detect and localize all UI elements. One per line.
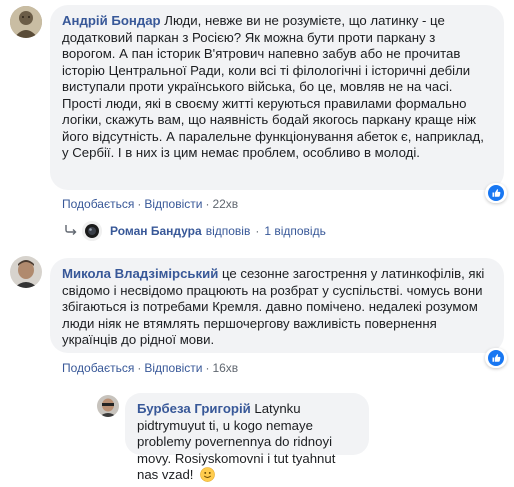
avatar[interactable] [10,256,42,288]
comment-author[interactable]: Андрій Бондар [62,13,161,28]
camera-lens-icon [82,221,102,241]
reaction-badge[interactable] [485,348,507,368]
comment-time[interactable]: 16хв [212,361,238,375]
reply-verb: відповів [205,224,251,238]
comment-time[interactable]: 22хв [212,197,238,211]
comment-actions: Подобається · Відповісти · 22хв [62,197,239,211]
reply-link[interactable]: Відповісти [144,197,202,211]
comment-bubble: Микола Владзімірський це сезонне загостр… [50,258,504,353]
like-icon [488,185,504,201]
reply-bubble: Бурбеза Григорій Latynku pidtrymuyut ti,… [125,393,369,482]
reaction-badge[interactable] [485,183,507,203]
reply-author[interactable]: Бурбеза Григорій [137,401,251,416]
reply-count[interactable]: 1 відповідь [264,224,326,238]
reply-arrow-icon [64,224,78,239]
comment-bubble: Андрій Бондар Люди, невже ви не розумієт… [50,5,504,190]
avatar[interactable] [10,6,42,38]
reply-link[interactable]: Відповісти [144,361,202,375]
reply-summary[interactable]: Роман Бандура відповів · 1 відповідь [64,221,326,241]
person-avatar-icon [97,395,119,417]
like-link[interactable]: Подобається [62,197,134,211]
reply-author-name[interactable]: Роман Бандура [110,224,202,238]
person-avatar-icon [10,256,42,288]
portrait-avatar-icon [10,6,42,38]
comment-text: Люди, невже ви не розумієте, що латинку … [62,13,484,160]
reply-author-avatar[interactable] [97,395,119,417]
like-link[interactable]: Подобається [62,361,134,375]
comment-author[interactable]: Микола Владзімірський [62,266,218,281]
smile-emoji-icon [200,467,215,487]
comment-actions: Подобається · Відповісти · 16хв [62,361,239,375]
avatar [82,221,102,241]
like-icon [488,350,504,366]
